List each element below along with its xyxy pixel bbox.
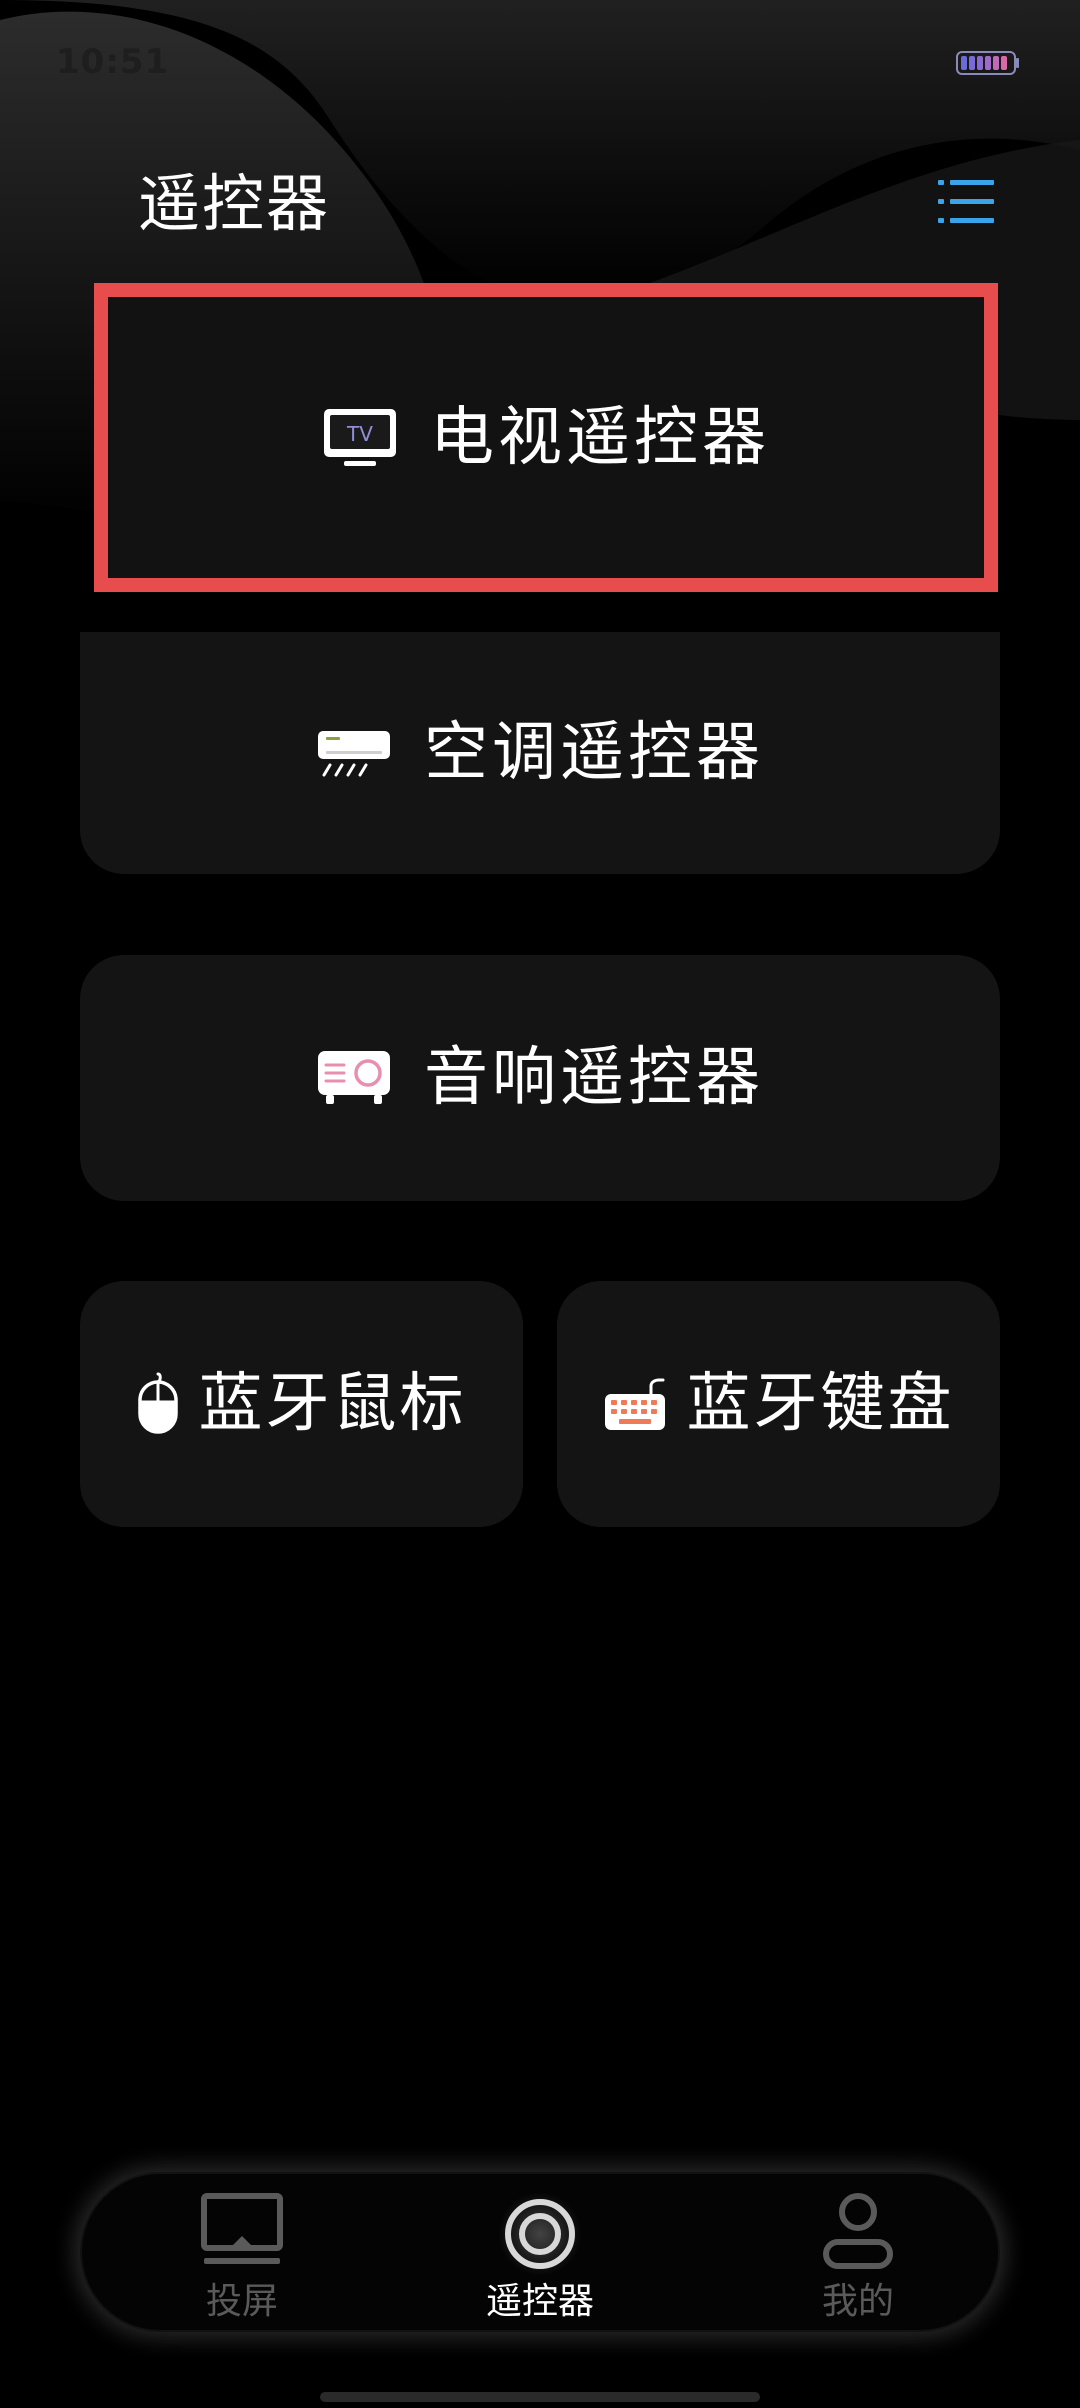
- mouse-icon: [137, 1372, 179, 1436]
- tv-icon-text: TV: [346, 422, 373, 446]
- status-time: 10:51: [56, 42, 170, 82]
- speaker-icon: [316, 1049, 392, 1107]
- tv-remote-label: 电视遥控器: [430, 400, 770, 475]
- tab-remote-label: 遥控器: [485, 2281, 594, 2322]
- tv-icon: TV: [322, 407, 398, 469]
- bottom-tab-bar: 投屏 遥控器 我的: [80, 2172, 1000, 2332]
- bluetooth-keyboard-label: 蓝牙键盘: [686, 1367, 955, 1441]
- bluetooth-mouse-label: 蓝牙鼠标: [198, 1367, 467, 1441]
- keyboard-icon: [603, 1374, 667, 1434]
- audio-remote-card[interactable]: 音响遥控器: [80, 955, 1000, 1201]
- air-conditioner-icon: [316, 727, 392, 779]
- ac-remote-card[interactable]: 空调遥控器: [80, 632, 1000, 874]
- battery-icon: [956, 51, 1019, 75]
- tab-profile[interactable]: 我的: [738, 2172, 978, 2332]
- status-bar: 10:51: [0, 0, 1080, 120]
- tab-screen-cast[interactable]: 投屏: [122, 2172, 362, 2332]
- screen-cast-icon: [201, 2193, 283, 2264]
- list-menu-icon[interactable]: [936, 172, 996, 232]
- remote-target-icon: [498, 2192, 582, 2276]
- remote-control-screen: 10:51 遥控器 TV 电视遥控器 空调遥控器 音响遥控器 蓝牙鼠标 蓝牙键盘…: [0, 0, 1080, 2408]
- bluetooth-mouse-card[interactable]: 蓝牙鼠标: [80, 1281, 523, 1527]
- audio-remote-label: 音响遥控器: [424, 1041, 764, 1115]
- tab-remote[interactable]: 遥控器: [420, 2172, 660, 2332]
- user-profile-icon: [823, 2193, 893, 2269]
- tab-screen-cast-label: 投屏: [205, 2281, 278, 2322]
- page-title: 遥控器: [138, 167, 331, 240]
- bluetooth-keyboard-card[interactable]: 蓝牙键盘: [557, 1281, 1000, 1527]
- tab-profile-label: 我的: [821, 2281, 894, 2322]
- home-indicator[interactable]: [320, 2392, 760, 2402]
- tv-remote-card[interactable]: TV 电视遥控器: [94, 283, 998, 592]
- ac-remote-label: 空调遥控器: [424, 716, 764, 790]
